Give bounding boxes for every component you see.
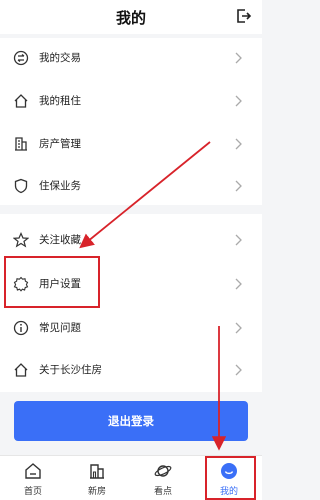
menu-item-favorites[interactable]: 关注收藏 xyxy=(0,220,262,260)
page-title: 我的 xyxy=(115,8,146,27)
logout-button[interactable]: 退出登录 xyxy=(14,401,248,441)
planet-icon xyxy=(154,465,172,477)
tab-label: 新房 xyxy=(87,487,106,497)
chevron-right-icon xyxy=(235,52,242,64)
menu-item-label: 住保业务 xyxy=(39,180,81,192)
menu-item-faq[interactable]: 常见问题 xyxy=(0,308,262,348)
annotation-box-mine-tab xyxy=(205,456,256,500)
house-icon xyxy=(14,363,28,377)
chevron-right-icon xyxy=(235,364,242,376)
tab-label: 看点 xyxy=(153,487,172,497)
tab-label: 首页 xyxy=(23,487,42,497)
menu-item-label: 常见问题 xyxy=(39,322,81,334)
star-icon xyxy=(13,232,29,248)
profile-page: 我的 我的交易 我的租住 房产管理 住保业务 关注收藏 用户设置 常见问题 关于… xyxy=(0,0,262,500)
menu-item-my-trade[interactable]: 我的交易 xyxy=(0,38,262,78)
menu-item-property-management[interactable]: 房产管理 xyxy=(0,124,262,164)
menu-group-services: 我的交易 我的租住 房产管理 住保业务 xyxy=(0,38,262,205)
chevron-right-icon xyxy=(235,95,242,107)
tab-new-homes[interactable]: 新房 xyxy=(71,456,123,500)
menu-item-label: 关注收藏 xyxy=(39,234,81,246)
menu-item-label: 我的交易 xyxy=(39,52,81,64)
logout-icon[interactable] xyxy=(234,7,252,25)
chevron-right-icon xyxy=(235,322,242,334)
menu-item-housing-security[interactable]: 住保业务 xyxy=(0,166,262,206)
menu-item-label: 关于长沙住房 xyxy=(39,364,102,376)
tab-highlights[interactable]: 看点 xyxy=(137,456,189,500)
annotation-box-user-settings xyxy=(4,256,100,308)
menu-item-label: 房产管理 xyxy=(39,138,81,150)
chevron-right-icon xyxy=(235,180,242,192)
trade-icon xyxy=(13,50,29,66)
chevron-right-icon xyxy=(235,234,242,246)
house-icon xyxy=(14,94,28,108)
home-icon xyxy=(25,463,41,479)
chevron-right-icon xyxy=(235,138,242,150)
info-icon xyxy=(13,320,29,336)
shield-icon xyxy=(14,178,28,194)
top-header: 我的 xyxy=(0,0,262,34)
menu-item-about[interactable]: 关于长沙住房 xyxy=(0,350,262,390)
menu-item-my-rental[interactable]: 我的租住 xyxy=(0,81,262,121)
building-icon xyxy=(90,464,104,479)
building-icon xyxy=(15,137,27,151)
chevron-right-icon xyxy=(235,278,242,290)
tab-home[interactable]: 首页 xyxy=(7,456,59,500)
menu-item-label: 我的租住 xyxy=(39,95,81,107)
